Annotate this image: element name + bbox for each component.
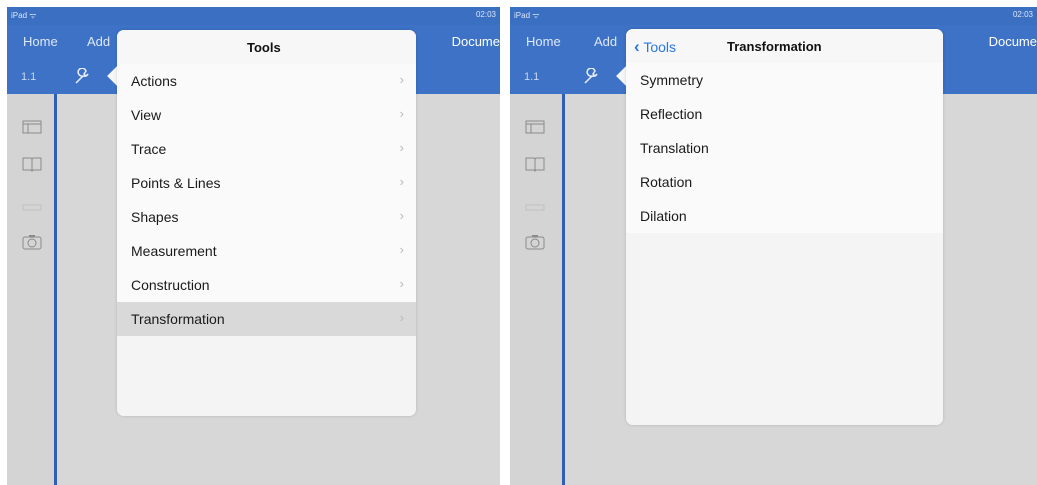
empty-row (117, 370, 416, 405)
chevron-right-icon: › (399, 208, 404, 223)
empty-row (626, 335, 943, 370)
sidebar-divider (54, 94, 57, 485)
popover-title: Tools (247, 40, 281, 55)
right-screen: iPad ᯤ 02:03 Home Add Docume 1.1 ‹ Tools… (510, 7, 1037, 485)
book-icon[interactable] (524, 156, 546, 177)
left-screen: iPad ᯤ 02:03 Home Add Docume 1.1 Tools A… (7, 7, 500, 485)
popover-title: Transformation (727, 39, 822, 54)
menu-item[interactable]: Translation (626, 131, 943, 166)
camera-icon[interactable] (21, 234, 43, 255)
menu-item[interactable]: Dilation (626, 199, 943, 234)
documents-button[interactable]: Docume (989, 34, 1037, 49)
clock: 02:03 (475, 10, 496, 19)
left-sidebar (510, 94, 565, 485)
menu-item-label: Trace (131, 141, 167, 157)
menu-item[interactable]: Symmetry (626, 63, 943, 98)
menu-item[interactable]: Trace › (117, 132, 416, 167)
transformation-popover: ‹ Tools Transformation Symmetry Reflectio… (626, 29, 943, 425)
tools-popover: Tools Actions › View › Trace › Points & Lines ›… (117, 30, 416, 416)
menu-item-label: Shapes (131, 209, 179, 225)
empty-row (626, 233, 943, 268)
menu-item-label: Construction (131, 277, 210, 293)
clock: 02:03 (1012, 10, 1033, 19)
menu-item-label: Points & Lines (131, 175, 221, 191)
menu-item[interactable]: Actions › (117, 64, 416, 99)
wrench-icon[interactable] (582, 67, 600, 91)
menu-item-label: Measurement (131, 243, 217, 259)
menu-item[interactable]: View › (117, 98, 416, 133)
page-layout-icon[interactable] (21, 120, 43, 139)
camera-icon[interactable] (524, 234, 546, 255)
back-label: Tools (643, 39, 676, 55)
status-bar: iPad ᯤ 02:03 (7, 7, 500, 25)
add-button[interactable]: Add (594, 34, 617, 49)
menu-item-label: Symmetry (640, 72, 703, 88)
carrier-label: iPad ᯤ (514, 11, 540, 20)
menu-item[interactable]: Rotation (626, 165, 943, 200)
chevron-right-icon: › (399, 310, 404, 325)
menu-item-label: Translation (640, 140, 709, 156)
menu-item[interactable]: Reflection (626, 97, 943, 132)
empty-row (626, 267, 943, 302)
empty-row (626, 369, 943, 404)
menu-item-label: Dilation (640, 208, 687, 224)
empty-row (117, 336, 416, 371)
chevron-right-icon: › (399, 174, 404, 189)
menu-item-label: View (131, 107, 162, 123)
chevron-right-icon: › (399, 106, 404, 121)
menu-item[interactable]: Construction › (117, 268, 416, 303)
empty-row (626, 301, 943, 336)
book-icon[interactable] (21, 156, 43, 177)
ruler-icon[interactable] (21, 198, 43, 216)
left-sidebar (7, 94, 57, 485)
chevron-right-icon: › (399, 72, 404, 87)
status-bar: iPad ᯤ 02:03 (510, 7, 1037, 25)
menu-item[interactable]: Transformation › (117, 302, 416, 336)
page-tab[interactable]: 1.1 (21, 71, 36, 83)
chevron-right-icon: › (399, 140, 404, 155)
back-button[interactable]: ‹ Tools (634, 37, 676, 57)
add-button[interactable]: Add (87, 34, 110, 49)
wrench-icon[interactable] (73, 67, 91, 91)
popover-header: ‹ Tools Transformation (626, 29, 943, 64)
sidebar-divider (562, 94, 565, 485)
menu-item[interactable]: Measurement › (117, 234, 416, 269)
menu-item[interactable]: Shapes › (117, 200, 416, 235)
ruler-icon[interactable] (524, 198, 546, 216)
popover-header: Tools (117, 30, 416, 65)
menu-item-label: Transformation (131, 311, 225, 327)
carrier-label: iPad ᯤ (11, 11, 37, 20)
home-button[interactable]: Home (23, 34, 58, 49)
empty-row (626, 403, 943, 425)
chevron-right-icon: › (399, 242, 404, 257)
menu-item[interactable]: Points & Lines › (117, 166, 416, 201)
documents-button[interactable]: Docume (452, 34, 500, 49)
menu-item-label: Reflection (640, 106, 703, 122)
home-button[interactable]: Home (526, 34, 561, 49)
empty-row (117, 404, 416, 416)
page-layout-icon[interactable] (524, 120, 546, 139)
back-chevron-icon: ‹ (634, 37, 640, 56)
menu-item-label: Rotation (640, 174, 693, 190)
page-tab[interactable]: 1.1 (524, 71, 539, 83)
menu-item-label: Actions (131, 73, 177, 89)
chevron-right-icon: › (399, 276, 404, 291)
